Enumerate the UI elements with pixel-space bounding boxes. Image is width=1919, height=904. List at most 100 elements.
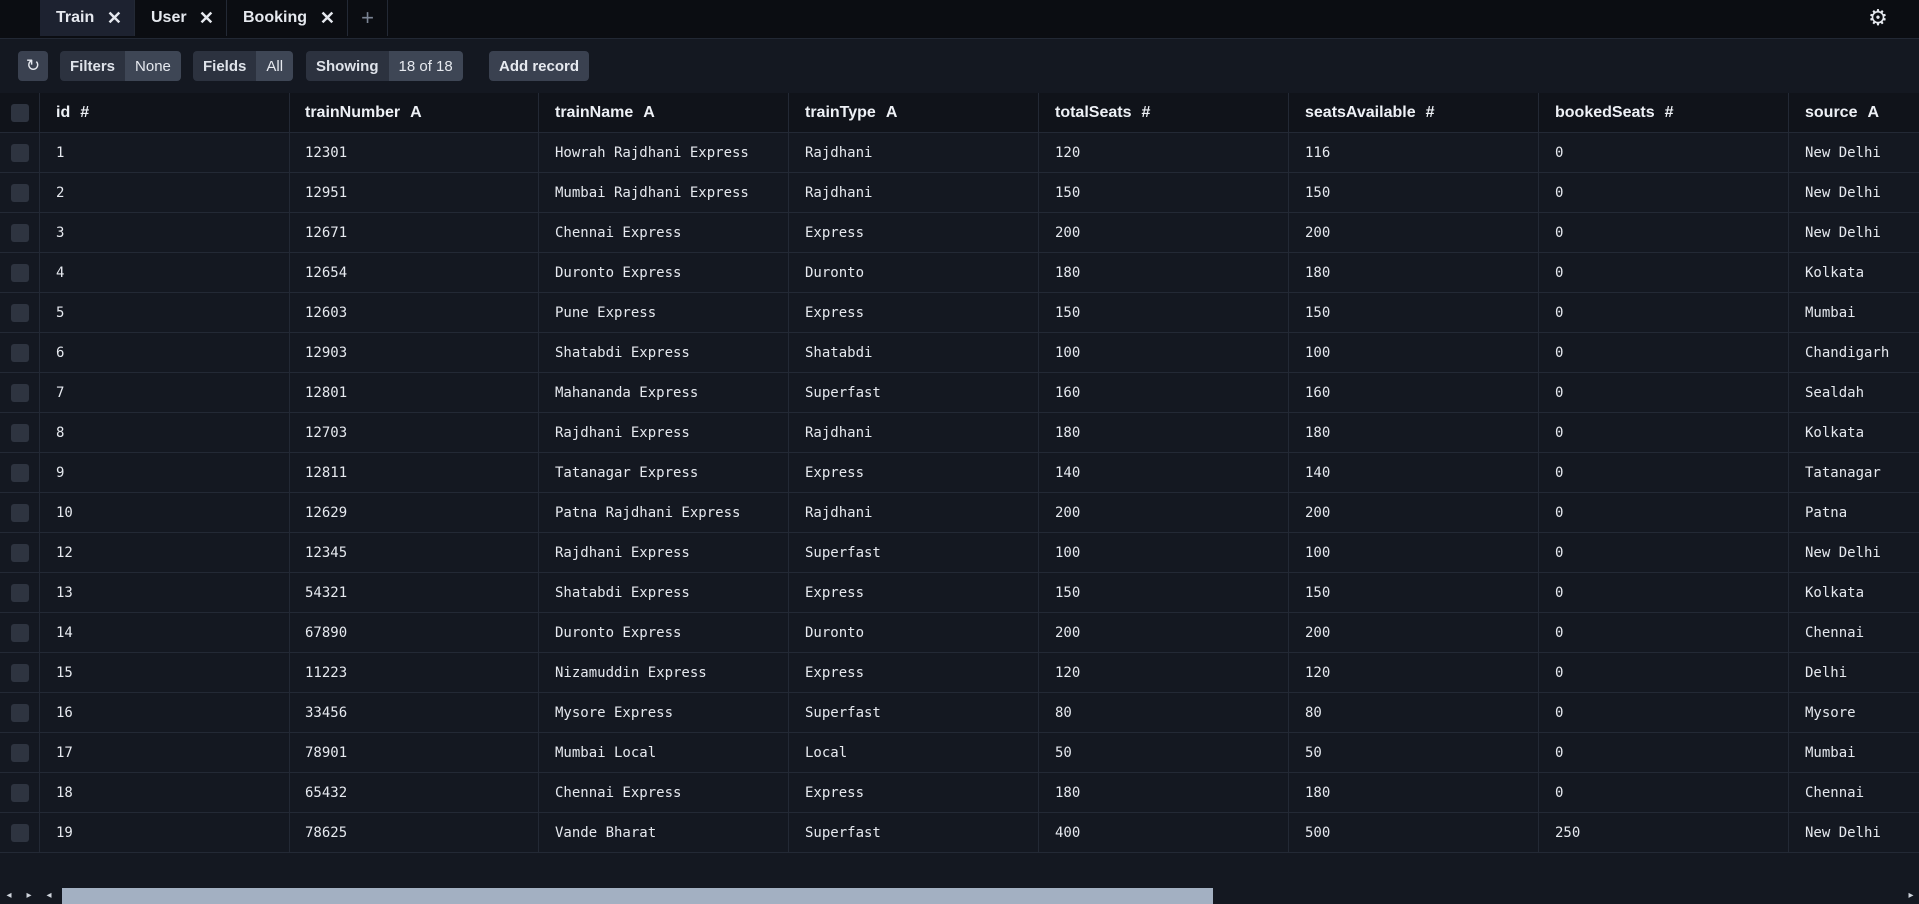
cell-seatsAvailable[interactable]: 80 <box>1289 693 1539 732</box>
cell-bookedSeats[interactable]: 0 <box>1539 533 1789 572</box>
cell-totalSeats[interactable]: 140 <box>1039 453 1289 492</box>
table-row[interactable]: 7 12801 Mahananda Express Superfast 160 160 0 S… <box>0 373 1919 413</box>
row-checkbox[interactable] <box>11 544 29 562</box>
cell-trainNumber[interactable]: 12629 <box>289 493 539 532</box>
cell-source[interactable]: Kolkata <box>1789 573 1919 612</box>
row-checkbox[interactable] <box>11 624 29 642</box>
table-row[interactable]: 2 12951 Mumbai Rajdhani Express Rajdhani 150… <box>0 173 1919 213</box>
row-checkbox[interactable] <box>11 264 29 282</box>
scroll-left-icon[interactable]: ◂ <box>42 887 56 904</box>
cell-totalSeats[interactable]: 50 <box>1039 733 1289 772</box>
cell-totalSeats[interactable]: 100 <box>1039 533 1289 572</box>
cell-trainName[interactable]: Duronto Express <box>539 253 789 292</box>
cell-trainType[interactable]: Superfast <box>789 533 1039 572</box>
cell-trainNumber[interactable]: 78625 <box>289 813 539 852</box>
cell-trainType[interactable]: Rajdhani <box>789 133 1039 172</box>
cell-trainType[interactable]: Express <box>789 773 1039 812</box>
cell-trainName[interactable]: Shatabdi Express <box>539 573 789 612</box>
scroll-start-icon[interactable]: ◂ <box>2 887 16 904</box>
cell-trainType[interactable]: Superfast <box>789 813 1039 852</box>
cell-trainType[interactable]: Express <box>789 293 1039 332</box>
cell-seatsAvailable[interactable]: 150 <box>1289 293 1539 332</box>
cell-source[interactable]: Mysore <box>1789 693 1919 732</box>
cell-trainName[interactable]: Mysore Express <box>539 693 789 732</box>
scroll-end-icon[interactable]: ▸ <box>22 887 36 904</box>
cell-totalSeats[interactable]: 400 <box>1039 813 1289 852</box>
cell-trainType[interactable]: Local <box>789 733 1039 772</box>
cell-trainNumber[interactable]: 12801 <box>289 373 539 412</box>
cell-trainNumber[interactable]: 12951 <box>289 173 539 212</box>
cell-id[interactable]: 4 <box>40 253 290 292</box>
cell-id[interactable]: 17 <box>40 733 290 772</box>
cell-bookedSeats[interactable]: 0 <box>1539 413 1789 452</box>
table-row[interactable]: 15 11223 Nizamuddin Express Express 120 120 0 D… <box>0 653 1919 693</box>
cell-bookedSeats[interactable]: 0 <box>1539 253 1789 292</box>
cell-bookedSeats[interactable]: 0 <box>1539 573 1789 612</box>
table-row[interactable]: 18 65432 Chennai Express Express 180 180 0 Chen… <box>0 773 1919 813</box>
cell-trainName[interactable]: Rajdhani Express <box>539 413 789 452</box>
refresh-button[interactable]: ↻ <box>18 51 48 81</box>
cell-seatsAvailable[interactable]: 140 <box>1289 453 1539 492</box>
row-checkbox[interactable] <box>11 744 29 762</box>
column-header-id[interactable]: id # <box>40 93 290 132</box>
cell-totalSeats[interactable]: 120 <box>1039 653 1289 692</box>
cell-source[interactable]: New Delhi <box>1789 533 1919 572</box>
cell-trainType[interactable]: Rajdhani <box>789 173 1039 212</box>
column-header-source[interactable]: source A <box>1789 93 1919 132</box>
cell-trainType[interactable]: Express <box>789 573 1039 612</box>
cell-totalSeats[interactable]: 80 <box>1039 693 1289 732</box>
cell-trainType[interactable]: Shatabdi <box>789 333 1039 372</box>
table-row[interactable]: 19 78625 Vande Bharat Superfast 400 500 250 New… <box>0 813 1919 853</box>
cell-id[interactable]: 5 <box>40 293 290 332</box>
filters-control[interactable]: Filters None <box>60 51 181 81</box>
cell-trainNumber[interactable]: 12603 <box>289 293 539 332</box>
cell-seatsAvailable[interactable]: 180 <box>1289 773 1539 812</box>
table-row[interactable]: 4 12654 Duronto Express Duronto 180 180 0 Kolka… <box>0 253 1919 293</box>
row-checkbox[interactable] <box>11 664 29 682</box>
cell-totalSeats[interactable]: 100 <box>1039 333 1289 372</box>
cell-trainNumber[interactable]: 12703 <box>289 413 539 452</box>
row-checkbox[interactable] <box>11 224 29 242</box>
cell-seatsAvailable[interactable]: 100 <box>1289 533 1539 572</box>
tab-booking[interactable]: Booking ✕ <box>227 0 348 36</box>
cell-trainNumber[interactable]: 54321 <box>289 573 539 612</box>
cell-totalSeats[interactable]: 150 <box>1039 293 1289 332</box>
cell-trainName[interactable]: Howrah Rajdhani Express <box>539 133 789 172</box>
cell-totalSeats[interactable]: 180 <box>1039 413 1289 452</box>
close-icon[interactable]: ✕ <box>320 8 335 29</box>
cell-seatsAvailable[interactable]: 200 <box>1289 613 1539 652</box>
cell-source[interactable]: New Delhi <box>1789 213 1919 252</box>
cell-trainName[interactable]: Mahananda Express <box>539 373 789 412</box>
cell-source[interactable]: Kolkata <box>1789 413 1919 452</box>
cell-trainNumber[interactable]: 33456 <box>289 693 539 732</box>
add-tab-icon[interactable]: + <box>348 0 388 36</box>
cell-id[interactable]: 15 <box>40 653 290 692</box>
table-row[interactable]: 1 12301 Howrah Rajdhani Express Rajdhani 120… <box>0 133 1919 173</box>
cell-trainName[interactable]: Duronto Express <box>539 613 789 652</box>
cell-trainType[interactable]: Superfast <box>789 693 1039 732</box>
cell-source[interactable]: Chennai <box>1789 773 1919 812</box>
gear-icon[interactable]: ⚙ <box>1864 4 1892 32</box>
column-header-bookedSeats[interactable]: bookedSeats # <box>1539 93 1789 132</box>
cell-trainName[interactable]: Shatabdi Express <box>539 333 789 372</box>
cell-seatsAvailable[interactable]: 160 <box>1289 373 1539 412</box>
cell-source[interactable]: Sealdah <box>1789 373 1919 412</box>
table-row[interactable]: 6 12903 Shatabdi Express Shatabdi 100 100 0 Cha… <box>0 333 1919 373</box>
cell-trainNumber[interactable]: 12654 <box>289 253 539 292</box>
row-checkbox[interactable] <box>11 184 29 202</box>
cell-seatsAvailable[interactable]: 150 <box>1289 573 1539 612</box>
scrollbar-thumb[interactable] <box>62 888 1213 904</box>
cell-id[interactable]: 3 <box>40 213 290 252</box>
row-checkbox[interactable] <box>11 424 29 442</box>
cell-trainName[interactable]: Chennai Express <box>539 213 789 252</box>
table-row[interactable]: 5 12603 Pune Express Express 150 150 0 Mumbai <box>0 293 1919 333</box>
cell-trainNumber[interactable]: 11223 <box>289 653 539 692</box>
table-row[interactable]: 13 54321 Shatabdi Express Express 150 150 0 Kol… <box>0 573 1919 613</box>
cell-bookedSeats[interactable]: 0 <box>1539 693 1789 732</box>
cell-totalSeats[interactable]: 180 <box>1039 773 1289 812</box>
table-row[interactable]: 10 12629 Patna Rajdhani Express Rajdhani 200… <box>0 493 1919 533</box>
close-icon[interactable]: ✕ <box>107 8 122 29</box>
cell-trainNumber[interactable]: 12301 <box>289 133 539 172</box>
cell-trainNumber[interactable]: 65432 <box>289 773 539 812</box>
cell-totalSeats[interactable]: 200 <box>1039 213 1289 252</box>
